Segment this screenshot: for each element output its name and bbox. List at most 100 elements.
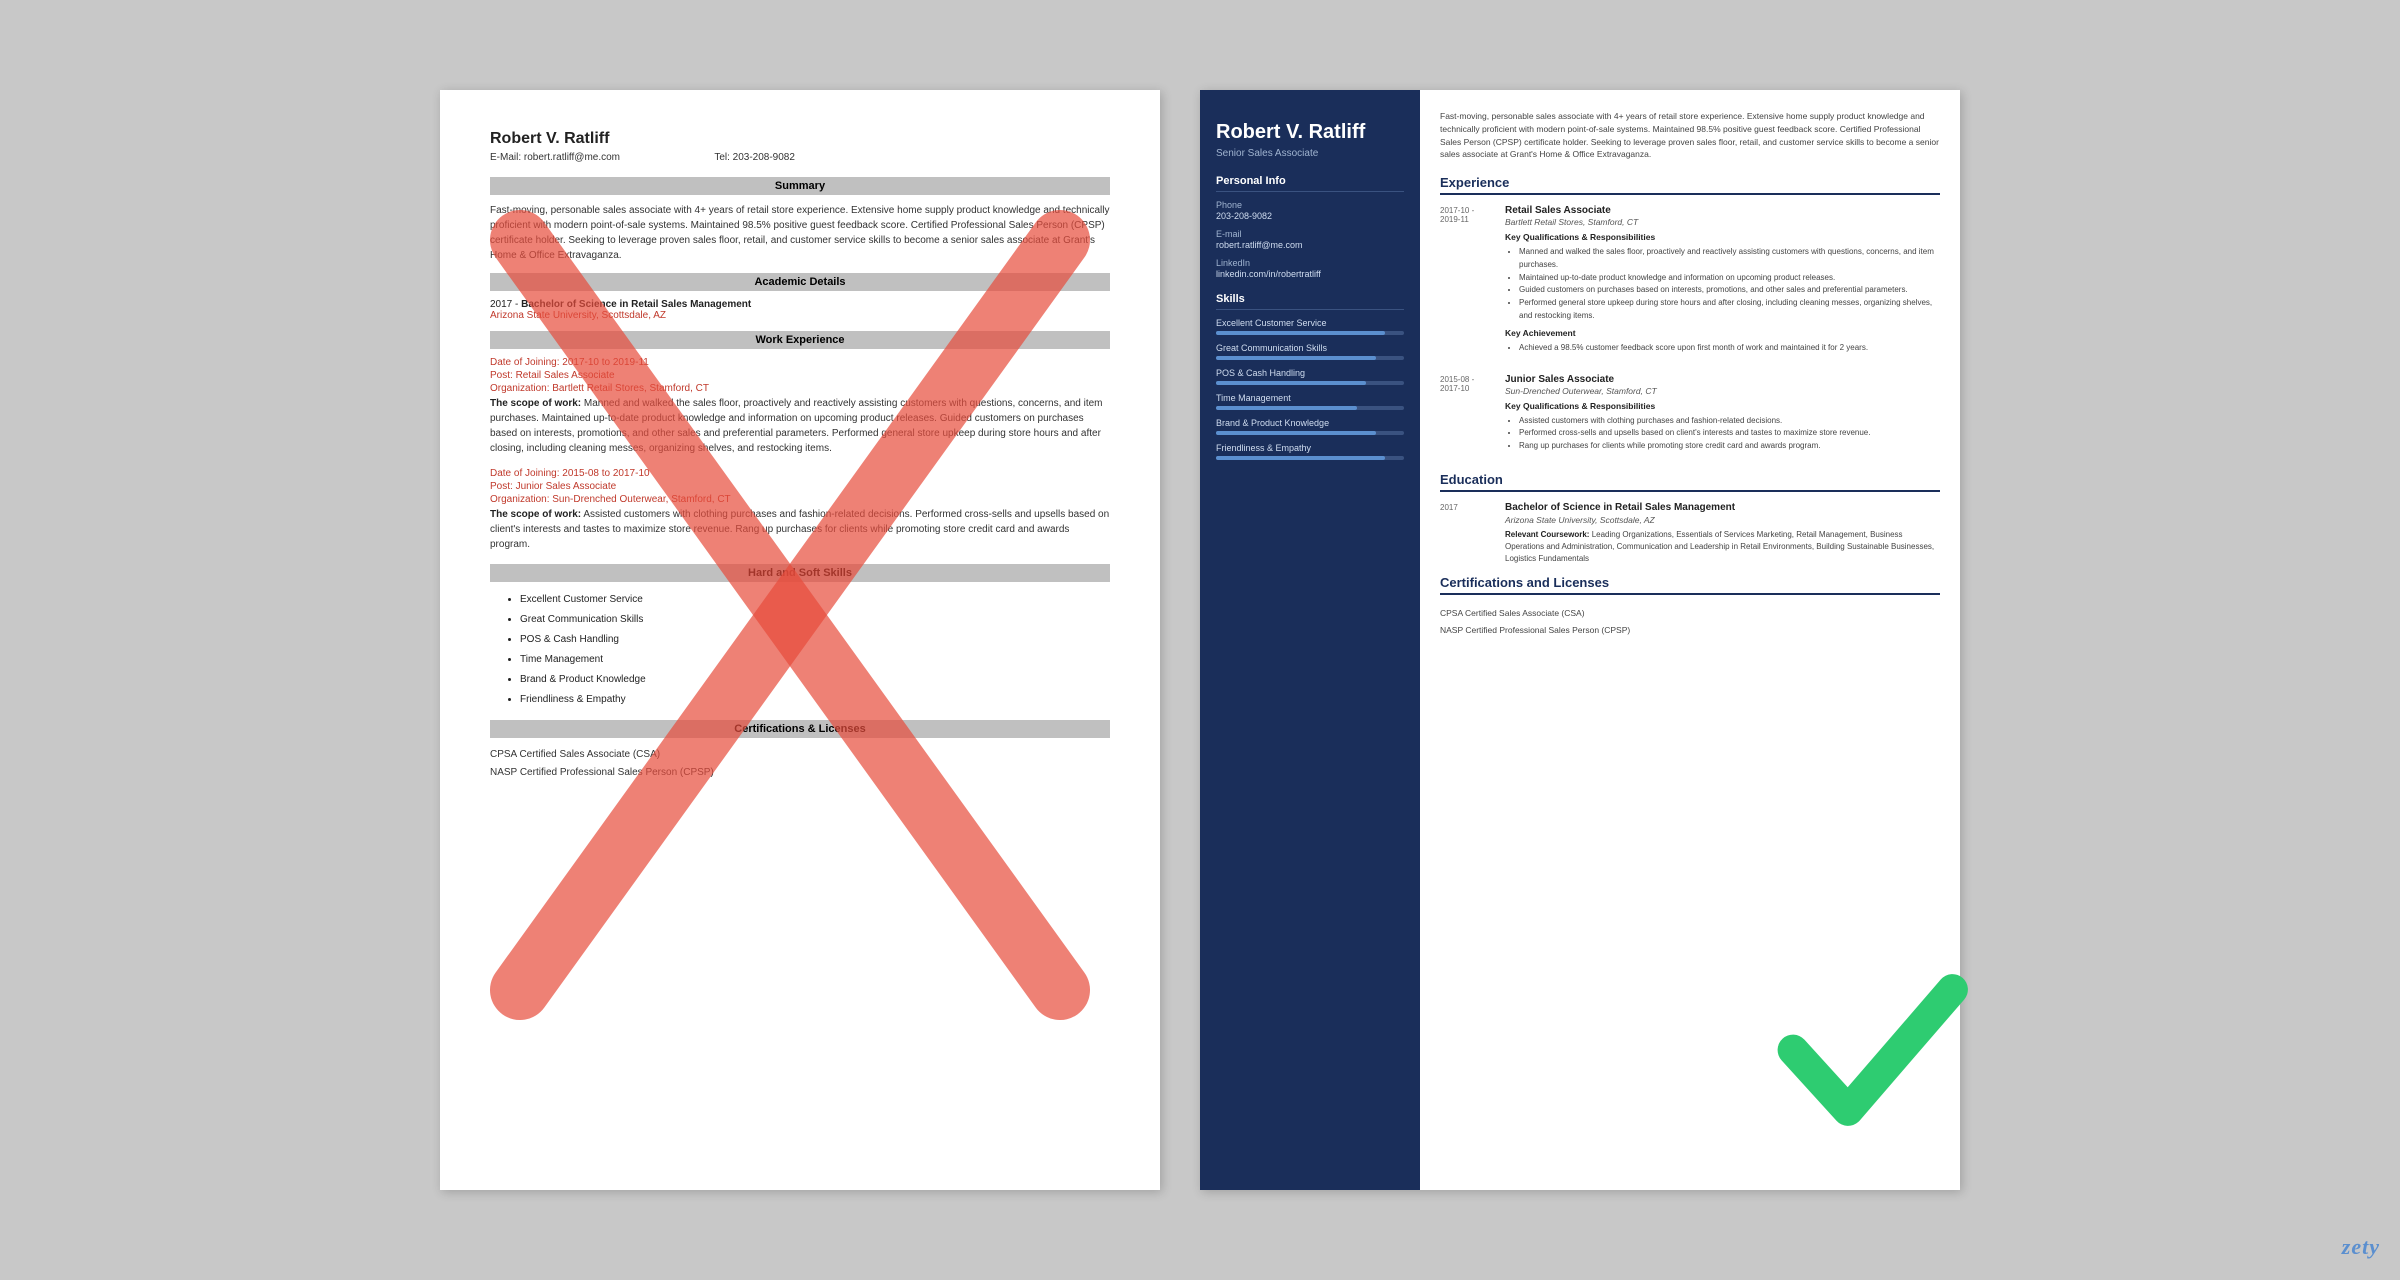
skill-bar-fill-0	[1216, 331, 1385, 335]
zety-watermark: zety	[2342, 1234, 2380, 1260]
edu-year: 2017 -	[490, 299, 518, 310]
exp-bullet: Performed general store upkeep during st…	[1519, 297, 1940, 323]
certs-section-title: Certifications and Licenses	[1440, 575, 1940, 595]
exp-kq-heading-0: Key Qualifications & Responsibilities	[1505, 232, 1940, 242]
skills-heading: Skills	[1216, 293, 1404, 310]
work-scope-2: The scope of work: Assisted customers wi…	[490, 507, 1110, 552]
skill-item: Friendliness & Empathy	[520, 690, 1110, 710]
experience-section-title: Experience	[1440, 175, 1940, 195]
exp-company-1: Sun-Drenched Outerwear, Stamford, CT	[1505, 386, 1870, 396]
tel-label: Tel:	[714, 152, 730, 163]
exp-entry-1: 2015-08 - 2017-10 Junior Sales Associate…	[1440, 374, 1940, 458]
exp-dates-0: 2017-10 - 2019-11	[1440, 205, 1495, 360]
scope-label-2: The scope of work:	[490, 509, 581, 520]
left-resume-name: Robert V. Ratliff	[490, 130, 1110, 148]
phone-label: Phone	[1216, 200, 1404, 210]
right-certs-list: CPSA Certified Sales Associate (CSA) NAS…	[1440, 605, 1940, 639]
right-resume: Robert V. Ratliff Senior Sales Associate…	[1200, 90, 1960, 1190]
scope-text-1: Manned and walked the sales floor, proac…	[490, 398, 1103, 454]
skills-heading: Hard and Soft Skills	[490, 564, 1110, 582]
skill-label-2: POS & Cash Handling	[1216, 368, 1404, 378]
exp-bullet: Manned and walked the sales floor, proac…	[1519, 246, 1940, 272]
left-resume-contact: E-Mail: robert.ratliff@me.com Tel: 203-2…	[490, 152, 1110, 163]
exp-bullet: Assisted customers with clothing purchas…	[1519, 415, 1870, 428]
right-resume-title: Senior Sales Associate	[1216, 148, 1404, 159]
work-org-2: Organization: Sun-Drenched Outerwear, St…	[490, 494, 1110, 505]
edu-entry-0: 2017 Bachelor of Science in Retail Sales…	[1440, 502, 1940, 565]
skill-item: Excellent Customer Service	[520, 590, 1110, 610]
exp-bullet: Maintained up-to-date product knowledge …	[1519, 272, 1940, 285]
exp-achievements-0: Achieved a 98.5% customer feedback score…	[1505, 342, 1940, 355]
skill-item: Time Management	[520, 650, 1110, 670]
right-summary-text: Fast-moving, personable sales associate …	[1440, 110, 1940, 161]
right-cert-1: NASP Certified Professional Sales Person…	[1440, 622, 1940, 639]
cert-item-1: CPSA Certified Sales Associate (CSA)	[490, 746, 1110, 764]
edu-degree-0: Bachelor of Science in Retail Sales Mana…	[1505, 502, 1940, 513]
edu-coursework-0: Relevant Coursework: Leading Organizatio…	[1505, 529, 1940, 565]
work-org-1: Organization: Bartlett Retail Stores, St…	[490, 383, 1110, 394]
work-post-1: Post: Retail Sales Associate	[490, 370, 1110, 381]
edu-year-0: 2017	[1440, 502, 1495, 565]
certs-section: CPSA Certified Sales Associate (CSA) NAS…	[490, 746, 1110, 782]
work-date-1: Date of Joining: 2017-10 to 2019-11	[490, 357, 1110, 368]
edu-body-0: Bachelor of Science in Retail Sales Mana…	[1505, 502, 1940, 565]
tel-value: 203-208-9082	[733, 152, 795, 163]
exp-dates-1: 2015-08 - 2017-10	[1440, 374, 1495, 458]
summary-heading: Summary	[490, 177, 1110, 195]
skill-label-3: Time Management	[1216, 393, 1404, 403]
exp-bullet: Performed cross-sells and upsells based …	[1519, 427, 1870, 440]
phone-value: 203-208-9082	[1216, 211, 1404, 221]
linkedin-label: LinkedIn	[1216, 258, 1404, 268]
certs-heading: Certifications & Licenses	[490, 720, 1110, 738]
exp-entry-0: 2017-10 - 2019-11 Retail Sales Associate…	[1440, 205, 1940, 360]
skill-item-0: Excellent Customer Service	[1216, 318, 1404, 335]
exp-title-1: Junior Sales Associate	[1505, 374, 1870, 385]
skill-bar-fill-5	[1216, 456, 1385, 460]
skill-bar-bg-3	[1216, 406, 1404, 410]
skill-item: POS & Cash Handling	[520, 630, 1110, 650]
skill-label-5: Friendliness & Empathy	[1216, 443, 1404, 453]
skill-item-3: Time Management	[1216, 393, 1404, 410]
email-value: robert.ratliff@me.com	[524, 152, 620, 163]
skill-label-1: Great Communication Skills	[1216, 343, 1404, 353]
skill-bar-bg-0	[1216, 331, 1404, 335]
education-section-title: Education	[1440, 472, 1940, 492]
right-resume-name: Robert V. Ratliff	[1216, 120, 1404, 144]
right-cert-0: CPSA Certified Sales Associate (CSA)	[1440, 605, 1940, 622]
work-entry-1: Date of Joining: 2017-10 to 2019-11 Post…	[490, 357, 1110, 456]
exp-body-1: Junior Sales Associate Sun-Drenched Oute…	[1505, 374, 1870, 458]
skill-label-4: Brand & Product Knowledge	[1216, 418, 1404, 428]
left-resume: Robert V. Ratliff E-Mail: robert.ratliff…	[440, 90, 1160, 1190]
exp-company-0: Bartlett Retail Stores, Stamford, CT	[1505, 217, 1940, 227]
scope-label-1: The scope of work:	[490, 398, 581, 409]
skill-item-4: Brand & Product Knowledge	[1216, 418, 1404, 435]
exp-title-0: Retail Sales Associate	[1505, 205, 1940, 216]
exp-bullets-0: Manned and walked the sales floor, proac…	[1505, 246, 1940, 323]
exp-kq-heading-1: Key Qualifications & Responsibilities	[1505, 401, 1870, 411]
exp-achievement-heading-0: Key Achievement	[1505, 328, 1940, 338]
resume-main-content: Fast-moving, personable sales associate …	[1420, 90, 1960, 1190]
work-scope-1: The scope of work: Manned and walked the…	[490, 396, 1110, 456]
exp-achievement: Achieved a 98.5% customer feedback score…	[1519, 342, 1940, 355]
skill-bar-fill-1	[1216, 356, 1376, 360]
edu-school-0: Arizona State University, Scottsdale, AZ	[1505, 515, 1940, 525]
work-post-2: Post: Junior Sales Associate	[490, 481, 1110, 492]
work-heading: Work Experience	[490, 331, 1110, 349]
summary-text: Fast-moving, personable sales associate …	[490, 203, 1110, 263]
scope-text-2: Assisted customers with clothing purchas…	[490, 509, 1109, 550]
skill-label-0: Excellent Customer Service	[1216, 318, 1404, 328]
exp-bullet: Rang up purchases for clients while prom…	[1519, 440, 1870, 453]
skills-list: Excellent Customer Service Great Communi…	[490, 590, 1110, 710]
linkedin-value: linkedin.com/in/robertratliff	[1216, 269, 1404, 279]
exp-bullet: Guided customers on purchases based on i…	[1519, 284, 1940, 297]
skill-item: Brand & Product Knowledge	[520, 670, 1110, 690]
skill-item-1: Great Communication Skills	[1216, 343, 1404, 360]
work-entry-2: Date of Joining: 2015-08 to 2017-10 Post…	[490, 468, 1110, 552]
edu-school: Arizona State University, Scottsdale, AZ	[490, 310, 1110, 321]
skill-item-5: Friendliness & Empathy	[1216, 443, 1404, 460]
coursework-label: Relevant Coursework:	[1505, 530, 1589, 539]
resume-sidebar: Robert V. Ratliff Senior Sales Associate…	[1200, 90, 1420, 1190]
edu-degree: Bachelor of Science in Retail Sales Mana…	[521, 299, 751, 310]
email-label: E-Mail:	[490, 152, 521, 163]
email-label: E-mail	[1216, 229, 1404, 239]
